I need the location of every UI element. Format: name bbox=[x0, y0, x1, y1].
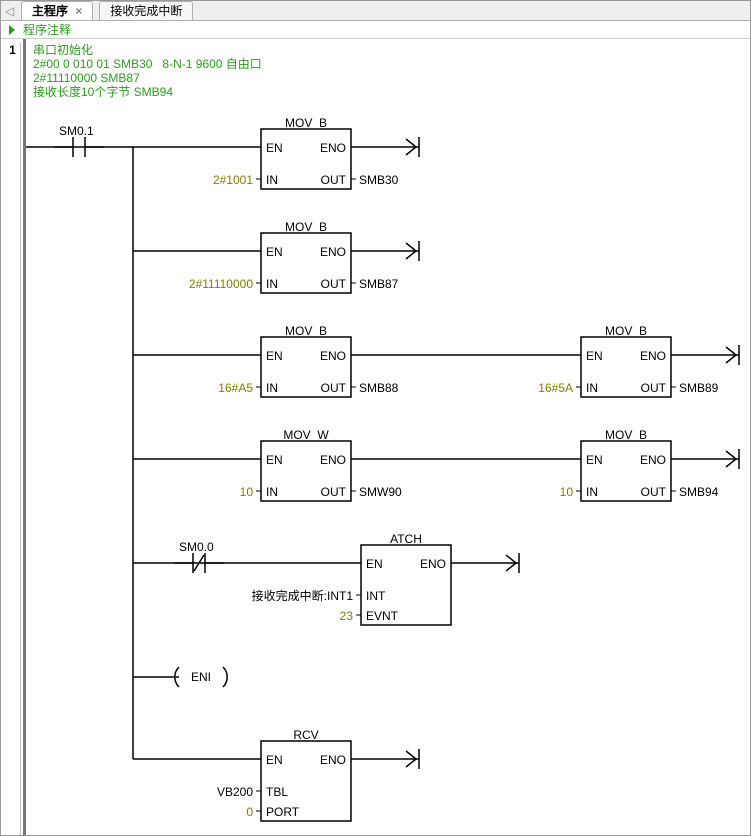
svg-text:EN: EN bbox=[366, 557, 383, 571]
svg-text:MOV_B: MOV_B bbox=[285, 220, 327, 234]
svg-text:MOV_B: MOV_B bbox=[285, 116, 327, 130]
rung-row-7: RCV EN ENO TBL PORT VB200 0 bbox=[133, 728, 419, 821]
svg-text:MOV_W: MOV_W bbox=[283, 428, 329, 442]
tab-interrupt[interactable]: 接收完成中断 bbox=[99, 1, 193, 20]
svg-text:ENO: ENO bbox=[320, 753, 346, 767]
svg-text:EN: EN bbox=[266, 245, 283, 259]
eno-terminator-icon bbox=[721, 449, 739, 469]
eno-terminator-icon bbox=[721, 345, 739, 365]
tab-label: 接收完成中断 bbox=[110, 4, 182, 18]
svg-text:OUT: OUT bbox=[321, 381, 347, 395]
program-comment-bar[interactable]: 程序注释 bbox=[1, 21, 750, 39]
svg-text:SMB30: SMB30 bbox=[359, 173, 399, 187]
svg-text:2#11110000: 2#11110000 bbox=[189, 277, 253, 291]
svg-text:OUT: OUT bbox=[321, 277, 347, 291]
svg-text:RCV: RCV bbox=[293, 728, 318, 742]
svg-text:EVNT: EVNT bbox=[366, 609, 399, 623]
svg-text:ENO: ENO bbox=[640, 453, 666, 467]
svg-text:MOV_B: MOV_B bbox=[285, 324, 327, 338]
svg-text:16#5A: 16#5A bbox=[538, 381, 573, 395]
rung-row-1: SM0.1 MOV_B EN ENO IN OUT 2#1001 SMB30 bbox=[26, 116, 419, 759]
svg-text:OUT: OUT bbox=[641, 485, 667, 499]
svg-text:EN: EN bbox=[266, 141, 283, 155]
svg-text:IN: IN bbox=[266, 381, 278, 395]
svg-text:IN: IN bbox=[266, 485, 278, 499]
svg-text:IN: IN bbox=[586, 381, 598, 395]
svg-text:OUT: OUT bbox=[641, 381, 667, 395]
svg-text:TBL: TBL bbox=[266, 785, 288, 799]
svg-text:ENO: ENO bbox=[320, 349, 346, 363]
eno-terminator-icon bbox=[501, 553, 519, 573]
eno-terminator-icon bbox=[401, 749, 419, 769]
close-icon[interactable]: × bbox=[75, 4, 82, 18]
contact-label: SM0.0 bbox=[179, 540, 214, 554]
svg-text:SMB87: SMB87 bbox=[359, 277, 399, 291]
svg-text:ATCH: ATCH bbox=[390, 532, 422, 546]
svg-text:MOV_B: MOV_B bbox=[605, 324, 647, 338]
rung-row-2: MOV_B EN ENO IN OUT 2#11110000 SMB87 bbox=[133, 220, 419, 293]
contact-label: SM0.1 bbox=[59, 124, 94, 138]
svg-text:2#1001: 2#1001 bbox=[213, 173, 253, 187]
svg-text:SMB88: SMB88 bbox=[359, 381, 399, 395]
svg-text:10: 10 bbox=[240, 485, 254, 499]
svg-text:EN: EN bbox=[266, 453, 283, 467]
tab-label: 主程序 bbox=[32, 4, 68, 18]
svg-text:INT: INT bbox=[366, 589, 386, 603]
svg-text:EN: EN bbox=[266, 349, 283, 363]
svg-text:10: 10 bbox=[560, 485, 574, 499]
rung-row-5: SM0.0 ATCH EN ENO INT EVNT 接收完成中断:INT1 2… bbox=[133, 532, 519, 625]
svg-text:VB200: VB200 bbox=[217, 785, 253, 799]
program-comment-label: 程序注释 bbox=[23, 23, 71, 37]
svg-text:IN: IN bbox=[266, 173, 278, 187]
rung-row-3: MOV_B EN ENO IN OUT 16#A5 SMB88 MOV_B EN… bbox=[133, 324, 739, 397]
eno-terminator-icon bbox=[401, 241, 419, 261]
svg-text:OUT: OUT bbox=[321, 173, 347, 187]
svg-text:ENO: ENO bbox=[320, 453, 346, 467]
svg-text:16#A5: 16#A5 bbox=[218, 381, 253, 395]
svg-text:IN: IN bbox=[266, 277, 278, 291]
svg-text:ENO: ENO bbox=[320, 141, 346, 155]
svg-text:接收完成中断:INT1: 接收完成中断:INT1 bbox=[252, 588, 354, 603]
svg-text:SMW90: SMW90 bbox=[359, 485, 402, 499]
svg-text:ENO: ENO bbox=[420, 557, 446, 571]
plc-editor-window: ◁ 主程序 × 接收完成中断 程序注释 1 串口初始化 2#00 0 010 0… bbox=[0, 0, 751, 836]
rung-row-4: MOV_W EN ENO IN OUT 10 SMW90 MOV_B EN EN… bbox=[133, 428, 739, 501]
svg-text:SMB94: SMB94 bbox=[679, 485, 719, 499]
svg-text:0: 0 bbox=[246, 805, 253, 819]
svg-text:OUT: OUT bbox=[321, 485, 347, 499]
svg-text:EN: EN bbox=[586, 349, 603, 363]
svg-text:ENO: ENO bbox=[640, 349, 666, 363]
eni-coil[interactable]: ENI bbox=[191, 670, 211, 684]
rung-row-6: ENI bbox=[133, 667, 227, 687]
svg-text:PORT: PORT bbox=[266, 805, 300, 819]
svg-text:ENO: ENO bbox=[320, 245, 346, 259]
ladder-diagram: SM0.1 MOV_B EN ENO IN OUT 2#1001 SMB30 bbox=[1, 39, 751, 836]
tab-bar: ◁ 主程序 × 接收完成中断 bbox=[1, 1, 750, 21]
svg-text:EN: EN bbox=[586, 453, 603, 467]
rung-area: 1 串口初始化 2#00 0 010 01 SMB30 8-N-1 9600 自… bbox=[1, 39, 750, 835]
svg-text:EN: EN bbox=[266, 753, 283, 767]
svg-text:MOV_B: MOV_B bbox=[605, 428, 647, 442]
eno-terminator-icon bbox=[401, 137, 419, 157]
svg-text:23: 23 bbox=[340, 609, 354, 623]
tab-main-program[interactable]: 主程序 × bbox=[21, 1, 93, 20]
tab-nav-left-icon[interactable]: ◁ bbox=[5, 4, 15, 18]
svg-text:SMB89: SMB89 bbox=[679, 381, 719, 395]
svg-text:IN: IN bbox=[586, 485, 598, 499]
